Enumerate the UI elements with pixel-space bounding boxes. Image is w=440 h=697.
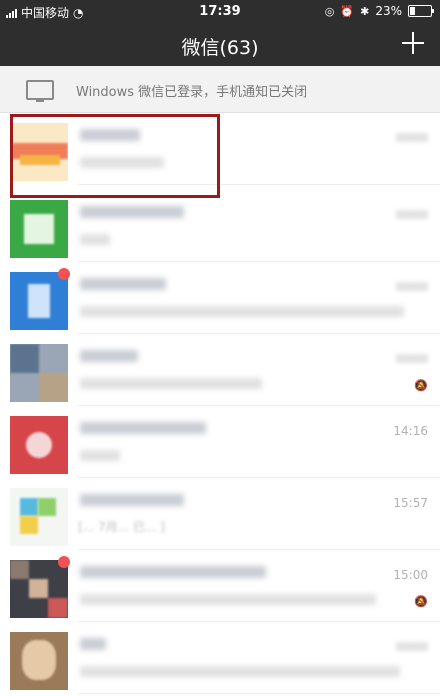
- unread-badge: [58, 268, 70, 280]
- mute-icon: 🔕: [414, 595, 428, 608]
- avatar: [10, 344, 68, 402]
- chat-time-blurred: [396, 282, 428, 291]
- page-title: 微信(63): [181, 37, 259, 59]
- chat-item[interactable]: [0, 622, 440, 694]
- wechat-chat-list-screen: 中国移动 ◔ 17:39 ◎ ⏰ ✱ 23% 微信(63) Windows 微信…: [0, 0, 440, 697]
- battery-percent: 23%: [375, 4, 402, 18]
- chat-name-blurred: [80, 422, 206, 434]
- notice-text: Windows 微信已登录，手机通知已关闭: [76, 85, 308, 100]
- chat-item[interactable]: [0, 262, 440, 334]
- chat-name-blurred: [80, 206, 184, 218]
- chat-name-blurred: [80, 278, 166, 290]
- highlight-annotation-box: [10, 114, 220, 198]
- chat-time-blurred: [396, 354, 428, 363]
- avatar: [10, 560, 68, 618]
- chat-name-blurred: [80, 566, 266, 578]
- chat-time: 15:00: [393, 568, 428, 582]
- desktop-login-notice[interactable]: Windows 微信已登录，手机通知已关闭: [0, 66, 440, 113]
- bluetooth-icon: ✱: [360, 4, 370, 18]
- status-right: ◎ ⏰ ✱ 23%: [324, 4, 434, 18]
- chat-message-blurred: [80, 450, 120, 461]
- chat-item[interactable]: 15:00 🔕: [0, 550, 440, 622]
- avatar: [10, 416, 68, 474]
- mute-icon: 🔕: [414, 379, 428, 392]
- chat-time-blurred: [396, 133, 428, 142]
- avatar: [10, 272, 68, 330]
- chat-name-blurred: [80, 350, 138, 362]
- chat-item[interactable]: 🔕: [0, 334, 440, 406]
- chat-message-blurred: [80, 306, 404, 317]
- avatar: [10, 632, 68, 690]
- avatar: [10, 488, 68, 546]
- status-bar: 中国移动 ◔ 17:39 ◎ ⏰ ✱ 23%: [0, 0, 440, 24]
- chat-message-blurred: [80, 234, 110, 245]
- chat-item[interactable]: [0, 190, 440, 262]
- add-icon[interactable]: [400, 30, 426, 56]
- chat-message-blurred: [80, 594, 376, 605]
- chat-time-blurred: [396, 210, 428, 219]
- rotation-lock-icon: ◎: [324, 4, 335, 18]
- battery-icon: [408, 5, 434, 17]
- alarm-icon: ⏰: [340, 4, 355, 18]
- chat-time: 15:57: [393, 496, 428, 510]
- nav-bar: 微信(63): [0, 24, 440, 66]
- chat-time-blurred: [396, 642, 428, 651]
- chat-message-blurred: [80, 666, 400, 677]
- chat-item[interactable]: [... 7月... 已... ] 15:57: [0, 478, 440, 550]
- monitor-icon: [26, 80, 54, 102]
- chat-name-blurred: [80, 638, 106, 650]
- unread-badge: [58, 556, 70, 568]
- chat-message: [... 7月... 已... ]: [78, 520, 165, 534]
- avatar: [10, 200, 68, 258]
- chat-message-blurred: [80, 378, 262, 389]
- chat-item[interactable]: 14:16: [0, 406, 440, 478]
- battery-fill: [410, 7, 415, 15]
- chat-name-blurred: [80, 494, 184, 506]
- chat-time: 14:16: [393, 424, 428, 438]
